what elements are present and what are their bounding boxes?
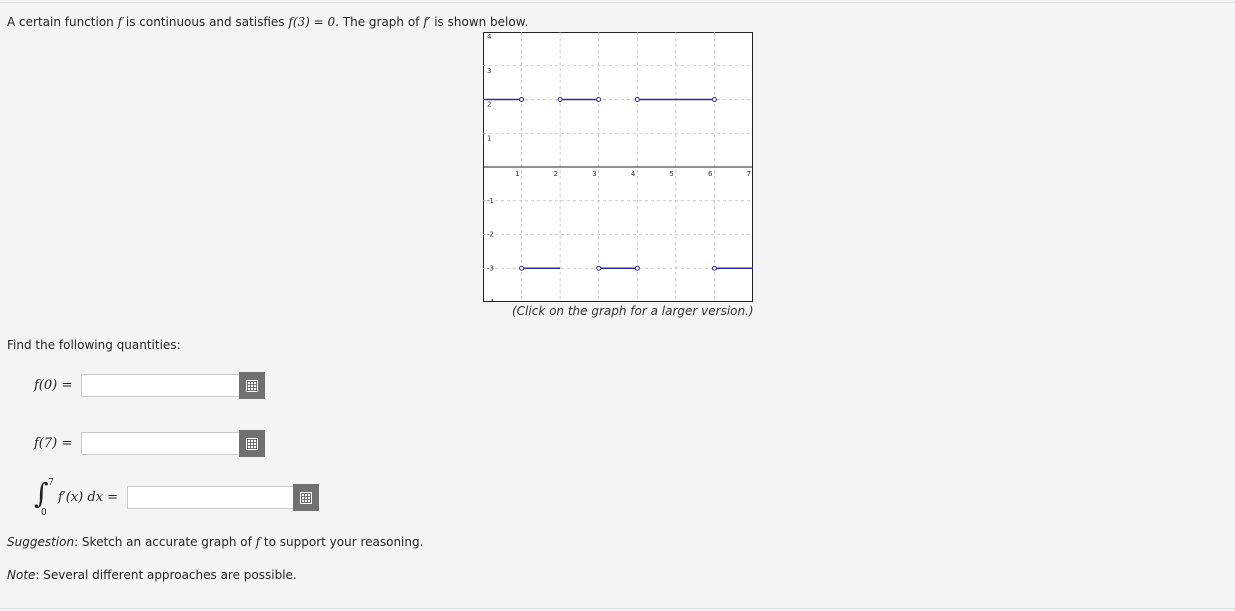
intro-condition: f(3) = 0 [288, 15, 336, 29]
y-tick-label: -3 [487, 264, 494, 272]
open-endpoint [711, 265, 717, 271]
f7-input[interactable] [81, 432, 239, 455]
x-tick-label: 7 [747, 170, 751, 178]
integral-lower: 0 [41, 508, 47, 518]
open-endpoint [557, 97, 563, 102]
open-endpoint [596, 265, 602, 271]
y-tick-label: -2 [487, 231, 494, 239]
open-endpoint [634, 97, 640, 102]
f0-input[interactable] [81, 374, 239, 397]
f7-keypad-button[interactable] [239, 430, 265, 457]
y-tick-label: 1 [487, 134, 491, 142]
y-tick-label: 2 [487, 101, 491, 109]
suggestion-body-2: to support your reasoning. [260, 535, 424, 549]
suggestion-body-1: : Sketch an accurate graph of [74, 535, 256, 549]
problem-statement: A certain function f is continuous and s… [7, 15, 528, 29]
prompt-text: Find the following quantities: [7, 338, 181, 352]
f0-keypad-button[interactable] [239, 372, 265, 399]
integral-answer[interactable] [127, 484, 319, 511]
integral-sign: ∫ [34, 477, 49, 510]
open-endpoint [596, 97, 602, 102]
f7-label: f(7) = [34, 436, 72, 451]
top-divider [0, 2, 1235, 3]
derivative-graph[interactable]: 1 2 3 4 5 6 7 4 3 2 1 -1 -2 -3 -4 [483, 32, 753, 302]
grid-keypad-icon [300, 491, 312, 504]
x-tick-label: 6 [708, 170, 713, 178]
suggestion-text: Suggestion: Sketch an accurate graph of … [7, 535, 423, 549]
open-endpoint [634, 265, 640, 271]
x-tick-label: 1 [515, 170, 519, 178]
note-text: Note: Several different approaches are p… [7, 568, 297, 582]
bottom-divider [0, 608, 1235, 609]
grid-keypad-icon [246, 379, 258, 392]
note-body: : Several different approaches are possi… [35, 568, 297, 582]
graph-caption[interactable]: (Click on the graph for a larger version… [512, 304, 754, 318]
f0-label-text: f(0) = [34, 378, 73, 393]
y-tick-label: -4 [487, 298, 495, 302]
y-tick-label: -1 [487, 197, 494, 205]
intro-text-4: is shown below. [430, 15, 529, 29]
f7-answer[interactable] [81, 430, 265, 457]
f0-answer[interactable] [81, 372, 265, 399]
x-tick-label: 3 [592, 170, 596, 178]
integrand: f′(x) dx = [58, 490, 119, 505]
f0-label: f(0) = [34, 378, 72, 393]
suggestion-label: Suggestion [7, 535, 75, 549]
open-endpoint [519, 265, 525, 271]
grid-keypad-icon [246, 437, 258, 450]
intro-text-2: is continuous and satisfies [122, 15, 289, 29]
y-tick-label: 3 [487, 67, 491, 75]
x-tick-label: 5 [669, 170, 673, 178]
f7-label-text: f(7) = [34, 436, 73, 451]
integral-upper: 7 [48, 478, 54, 488]
x-tick-label: 4 [631, 170, 636, 178]
intro-text-1: A certain function [7, 15, 118, 29]
intro-text-3: . The graph of [335, 15, 424, 29]
note-label: Note [7, 568, 36, 582]
integral-input[interactable] [127, 486, 293, 509]
x-tick-label: 2 [554, 170, 558, 178]
integral-expression: ∫ 7 0 f′(x) dx = [34, 478, 124, 520]
y-tick-label: 4 [487, 33, 492, 41]
open-endpoint [519, 97, 525, 102]
integral-keypad-button[interactable] [293, 484, 319, 511]
open-endpoint [711, 97, 717, 102]
